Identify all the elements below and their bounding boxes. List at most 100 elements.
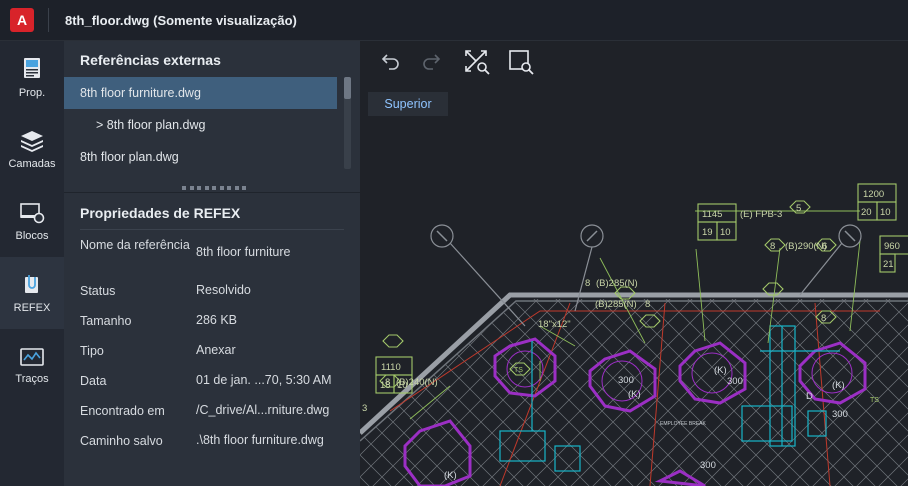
properties-separator — [80, 229, 344, 230]
properties-icon — [24, 57, 40, 78]
rail-label-properties: Prop. — [18, 86, 46, 99]
property-key: Status — [80, 284, 116, 298]
title-bar: A 8th_floor.dwg (Somente visualização) — [0, 0, 908, 41]
zoom-extents-button[interactable] — [462, 47, 492, 77]
label-18x12: 18"x12" — [538, 319, 571, 330]
label-300c: 300 — [832, 409, 848, 420]
property-value: 286 KB — [196, 313, 238, 327]
xref-item-label: 8th floor furniture.dwg — [80, 86, 201, 100]
redo-button[interactable] — [418, 47, 448, 77]
property-value: 01 de jan. ...70, 5:30 AM — [196, 373, 332, 387]
drawing-canvas[interactable]: 1145 (E) FPB-3 5 19 10 1200 20 10 960 21… — [360, 41, 908, 486]
label-3: 3 — [362, 403, 367, 414]
undo-button[interactable] — [374, 47, 404, 77]
xref-item-label: > 8th floor plan.dwg — [96, 118, 206, 132]
label-8a: 8 — [770, 241, 775, 252]
label-5: 5 — [796, 203, 801, 214]
label-ts-2: TS — [870, 397, 879, 404]
property-key: Encontrado em — [80, 404, 165, 418]
label-300d: 300 — [700, 460, 716, 471]
label-8c: 8 — [645, 299, 650, 310]
property-row-type: Tipo Anexar — [80, 343, 350, 373]
property-value: .\8th floor furniture.dwg — [196, 433, 324, 447]
label-employee-break: EMPLOYEE BREAK — [660, 421, 707, 427]
label-6: 6 — [822, 241, 827, 252]
label-19: 19 — [702, 227, 713, 238]
property-row-found-in: Encontrado em /C_drive/Al...rniture.dwg — [80, 403, 350, 433]
label-b290: (B)290(N) — [785, 241, 827, 252]
rail-item-properties[interactable]: Prop. — [0, 41, 64, 113]
property-value: /C_drive/Al...rniture.dwg — [196, 403, 330, 417]
document-title: 8th_floor.dwg (Somente visualização) — [65, 12, 297, 28]
redo-icon — [423, 54, 441, 70]
xref-list-heading: Referências externas — [80, 52, 221, 68]
property-key: Tamanho — [80, 314, 132, 328]
floor-plan-drawing[interactable]: 1145 (E) FPB-3 5 19 10 1200 20 10 960 21… — [360, 81, 908, 486]
property-row-date: Data 01 de jan. ...70, 5:30 AM — [80, 373, 350, 403]
xref-panel: Referências externas 8th floor furniture… — [64, 41, 360, 486]
xref-item-furniture[interactable]: 8th floor furniture.dwg — [64, 77, 337, 109]
label-1110: 1110 — [381, 362, 401, 373]
traces-icon — [20, 347, 44, 366]
zoom-window-icon — [509, 50, 534, 75]
label-21: 21 — [883, 259, 894, 270]
zoom-extents-icon — [465, 50, 490, 75]
xref-item-label: 8th floor plan.dwg — [80, 150, 179, 164]
property-value: Resolvido — [196, 283, 251, 297]
label-300b: 300 — [727, 376, 743, 387]
label-b285b: (B)285(N) — [595, 299, 637, 310]
side-rail: Prop. Camadas Blocos REFEX Traços — [0, 41, 64, 486]
rail-item-traces[interactable]: Traços — [0, 329, 64, 401]
panel-divider — [64, 192, 360, 193]
label-d: D — [806, 391, 813, 402]
rail-item-blocks[interactable]: Blocos — [0, 185, 64, 257]
property-row-size: Tamanho 286 KB — [80, 313, 350, 343]
label-20: 20 — [861, 207, 872, 218]
label-ts-1: TS — [514, 367, 523, 374]
property-key: Nome da referência — [80, 238, 190, 252]
view-label[interactable]: Superior — [368, 92, 448, 116]
title-separator — [48, 8, 49, 32]
label-960: 960 — [884, 241, 900, 252]
xref-item-plan[interactable]: 8th floor plan.dwg — [64, 141, 337, 173]
property-value: Anexar — [196, 343, 236, 357]
canvas-toolbar — [360, 41, 908, 81]
undo-icon — [381, 54, 399, 70]
label-10c: 10 — [397, 380, 408, 391]
property-row-name: Nome da referência 8th floor furniture — [80, 237, 350, 267]
autocad-logo[interactable]: A — [10, 8, 34, 32]
property-key: Data — [80, 374, 107, 388]
rail-label-xref: REFEX — [13, 301, 51, 314]
rail-label-traces: Traços — [15, 372, 49, 385]
label-10a: 10 — [720, 227, 731, 238]
label-8b: 8 — [585, 278, 590, 289]
property-key: Tipo — [80, 344, 104, 358]
label-8d: 8 — [821, 313, 826, 324]
label-b285a: (B)285(N) — [596, 278, 638, 289]
xref-item-nested-plan[interactable]: > 8th floor plan.dwg — [64, 109, 337, 141]
label-fpb3: (E) FPB-3 — [740, 209, 782, 220]
rail-label-blocks: Blocos — [15, 229, 49, 242]
layers-icon — [21, 130, 43, 152]
property-row-saved-path: Caminho salvo .\8th floor furniture.dwg — [80, 433, 350, 463]
xref-icon — [25, 274, 38, 293]
label-18a: 18 — [380, 380, 391, 391]
rail-item-layers[interactable]: Camadas — [0, 113, 64, 185]
label-1145: 1145 — [702, 209, 722, 220]
label-10b: 10 — [880, 207, 891, 218]
label-k-d: (K) — [832, 380, 845, 391]
rail-label-layers: Camadas — [8, 157, 56, 170]
label-k-b: (K) — [714, 365, 727, 376]
xref-list-scrollbar[interactable] — [344, 77, 351, 169]
label-300a: 300 — [618, 375, 634, 386]
scrollbar-thumb[interactable] — [344, 77, 351, 99]
property-value: 8th floor furniture — [196, 245, 291, 259]
properties-heading: Propriedades de REFEX — [80, 205, 241, 221]
label-1200: 1200 — [863, 189, 884, 200]
rail-item-xref[interactable]: REFEX — [0, 257, 64, 329]
label-k-c: (K) — [444, 470, 457, 481]
blocks-icon — [20, 202, 45, 223]
property-key: Caminho salvo — [80, 434, 163, 448]
property-row-status: Status Resolvido — [80, 283, 350, 313]
zoom-window-button[interactable] — [506, 47, 536, 77]
